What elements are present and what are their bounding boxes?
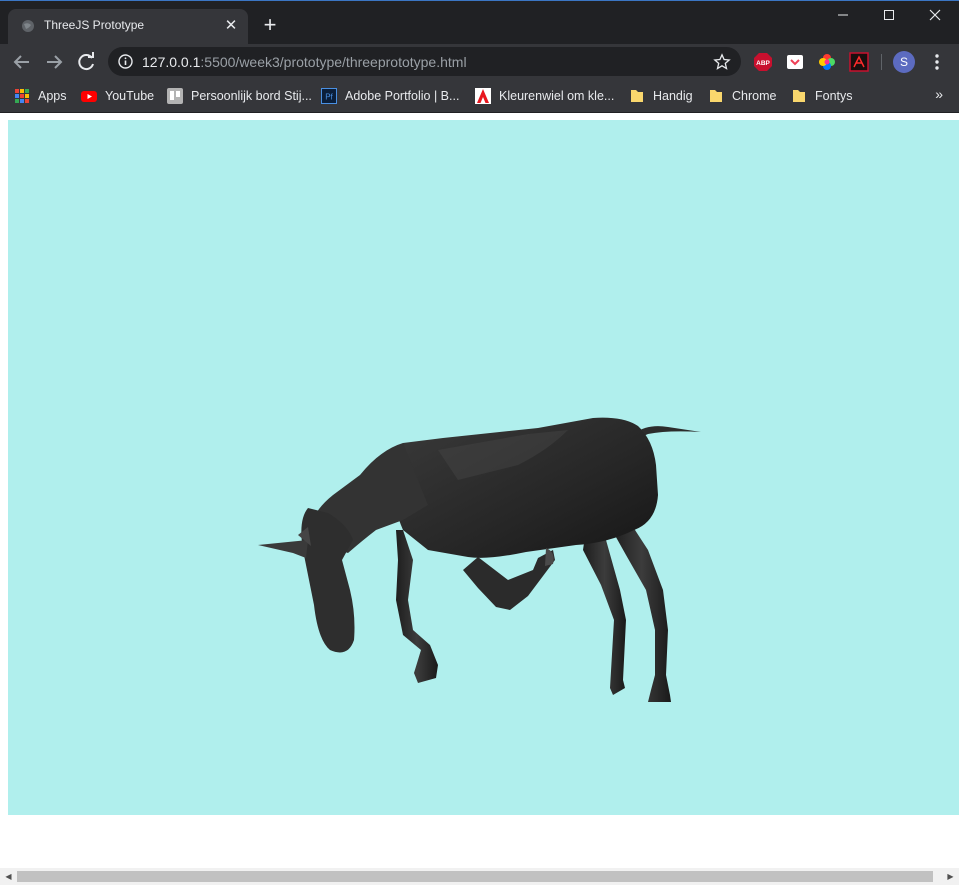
minimize-icon (838, 14, 848, 16)
reload-icon[interactable] (74, 50, 98, 74)
bookmark-label: Kleurenwiel om kle... (499, 89, 615, 103)
address-bar[interactable]: 127.0.0.1:5500/week3/prototype/threeprot… (108, 47, 741, 76)
bookmark-trello[interactable]: Persoonlijk bord Stij... (167, 86, 312, 106)
bookmark-folder-handig[interactable]: Handig (629, 86, 693, 106)
adobe-portfolio-icon: Pf (321, 88, 337, 104)
bookmark-label: Fontys (815, 89, 853, 103)
back-arrow-icon[interactable] (10, 50, 34, 74)
trello-icon (167, 88, 183, 104)
forward-arrow-icon[interactable] (42, 50, 66, 74)
page-viewport (0, 113, 959, 868)
tab-title: ThreeJS Prototype (44, 18, 145, 32)
bookmark-star-icon[interactable] (713, 53, 731, 71)
scroll-right-arrow-icon[interactable]: ▶ (942, 871, 959, 882)
adobe-icon (475, 88, 491, 104)
close-window-button[interactable] (912, 0, 958, 30)
bookmark-label: Chrome (732, 89, 777, 103)
adblock-plus-icon[interactable]: ABP (753, 52, 773, 72)
maximize-icon (884, 10, 894, 20)
title-bar: ThreeJS Prototype ✕ + (0, 0, 959, 44)
adobe-pdf-icon[interactable] (849, 52, 869, 72)
youtube-icon (81, 91, 97, 102)
scrollbar-thumb[interactable] (17, 871, 933, 882)
horse-model (258, 417, 701, 702)
bookmark-label: Adobe Portfolio | B... (345, 89, 460, 103)
url-text[interactable]: 127.0.0.1:5500/week3/prototype/threeprot… (142, 54, 467, 70)
bookmark-label: Persoonlijk bord Stij... (191, 89, 312, 103)
folder-icon (793, 90, 805, 102)
info-icon[interactable] (118, 54, 133, 69)
folder-icon (631, 90, 643, 102)
toolbar-divider (881, 54, 882, 70)
threejs-canvas[interactable] (8, 120, 959, 815)
horizontal-scrollbar[interactable]: ◀ ▶ (0, 868, 959, 885)
maximize-button[interactable] (866, 0, 912, 30)
tab-active[interactable]: ThreeJS Prototype ✕ (8, 9, 248, 44)
bookmark-kleurenwiel[interactable]: Kleurenwiel om kle... (475, 86, 614, 106)
svg-text:Pf: Pf (325, 93, 333, 102)
profile-avatar[interactable]: S (893, 51, 915, 73)
svg-text:ABP: ABP (756, 60, 770, 67)
folder-icon (710, 90, 722, 102)
url-host: 127.0.0.1 (142, 54, 201, 70)
bookmark-folder-chrome[interactable]: Chrome (708, 86, 776, 106)
menu-kebab-icon[interactable] (927, 52, 947, 72)
globe-icon (22, 20, 34, 32)
browser-toolbar: 127.0.0.1:5500/week3/prototype/threeprot… (0, 44, 959, 80)
bookmark-youtube[interactable]: YouTube (81, 86, 154, 106)
close-icon (929, 9, 941, 21)
minimize-button[interactable] (820, 0, 866, 30)
bookmarks-overflow-button[interactable]: » (935, 86, 943, 102)
pocket-icon[interactable] (785, 52, 805, 72)
bookmark-label: Handig (653, 89, 693, 103)
color-wheel-icon[interactable] (817, 52, 837, 72)
bookmarks-bar: Apps YouTube Persoonlijk bord Stij... Pf… (0, 80, 959, 113)
close-tab-icon[interactable]: ✕ (220, 15, 242, 37)
window-border (0, 0, 959, 1)
bookmark-label: YouTube (105, 89, 155, 103)
bookmark-folder-fontys[interactable]: Fontys (791, 86, 853, 106)
new-tab-button[interactable]: + (258, 14, 282, 38)
scroll-left-arrow-icon[interactable]: ◀ (0, 871, 17, 882)
apps-grid-icon (15, 89, 29, 103)
bookmark-adobe-portfolio[interactable]: Pf Adobe Portfolio | B... (321, 86, 459, 106)
bookmark-apps[interactable]: Apps (14, 86, 67, 106)
url-path: :5500/week3/prototype/threeprototype.htm… (200, 54, 467, 70)
bookmark-label: Apps (38, 89, 67, 103)
